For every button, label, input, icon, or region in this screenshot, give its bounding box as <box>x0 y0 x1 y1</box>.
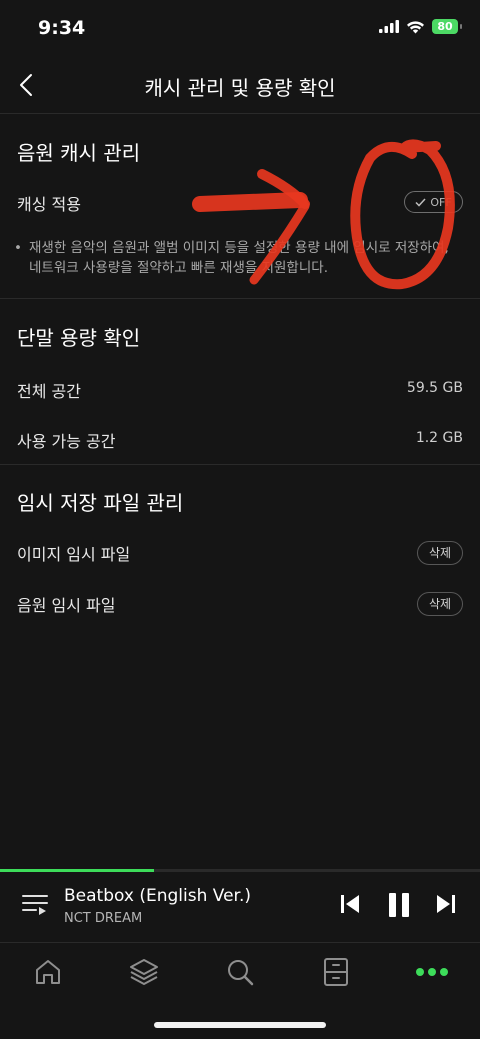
bullet-icon: • <box>14 240 22 256</box>
track-artist: NCT DREAM <box>64 911 143 926</box>
tab-library[interactable] <box>124 955 164 989</box>
cache-note-text: 재생한 음악의 음원과 앨범 이미지 등을 설정한 용량 내에 임시로 저장하여… <box>29 240 449 276</box>
cache-note: • 재생한 음악의 음원과 앨범 이미지 등을 설정한 용량 내에 임시로 저장… <box>14 238 464 278</box>
signal-icon <box>379 20 399 33</box>
previous-track-icon[interactable] <box>340 892 360 916</box>
tab-search[interactable] <box>220 955 260 989</box>
pause-icon[interactable] <box>387 892 411 918</box>
caching-toggle[interactable]: OFF <box>404 191 463 213</box>
tab-storage[interactable] <box>316 955 356 989</box>
total-space-label: 전체 공간 <box>17 382 81 401</box>
mini-player[interactable]: Beatbox (English Ver.) NCT DREAM <box>0 872 480 943</box>
total-space-value: 59.5 GB <box>406 380 463 396</box>
battery-level: 80 <box>437 20 453 33</box>
section-title-cache: 음원 캐시 관리 <box>17 141 141 165</box>
available-space-label: 사용 가능 공간 <box>17 432 116 451</box>
toggle-label: OFF <box>430 195 452 209</box>
section-title-storage: 단말 용량 확인 <box>17 326 141 350</box>
locker-icon <box>324 958 348 986</box>
wifi-icon <box>407 20 424 33</box>
divider <box>0 464 480 465</box>
track-title: Beatbox (English Ver.) <box>64 886 251 906</box>
caching-label: 캐싱 적용 <box>17 195 81 214</box>
tab-more[interactable] <box>412 955 452 989</box>
status-bar: 9:34 80 <box>0 0 480 58</box>
page-title: 캐시 관리 및 용량 확인 <box>144 76 336 100</box>
tab-home[interactable] <box>28 955 68 989</box>
search-icon <box>228 960 254 986</box>
audio-temp-label: 음원 임시 파일 <box>17 596 116 615</box>
layers-icon <box>130 959 158 985</box>
playlist-icon[interactable] <box>22 894 48 916</box>
delete-image-temp-button[interactable]: 삭제 <box>417 541 463 565</box>
home-indicator <box>154 1022 326 1028</box>
header: 캐시 관리 및 용량 확인 <box>0 58 480 114</box>
next-track-icon[interactable] <box>436 892 456 916</box>
check-icon <box>415 197 426 207</box>
battery-icon: 80 <box>432 19 462 34</box>
more-dots-icon <box>416 968 448 976</box>
available-space-value: 1.2 GB <box>415 430 463 446</box>
status-time: 9:34 <box>38 17 86 39</box>
status-icons: 80 <box>379 19 462 34</box>
image-temp-label: 이미지 임시 파일 <box>17 545 131 564</box>
divider <box>0 298 480 299</box>
delete-audio-temp-button[interactable]: 삭제 <box>417 592 463 616</box>
section-title-temp: 임시 저장 파일 관리 <box>17 491 184 515</box>
home-icon <box>36 960 60 984</box>
